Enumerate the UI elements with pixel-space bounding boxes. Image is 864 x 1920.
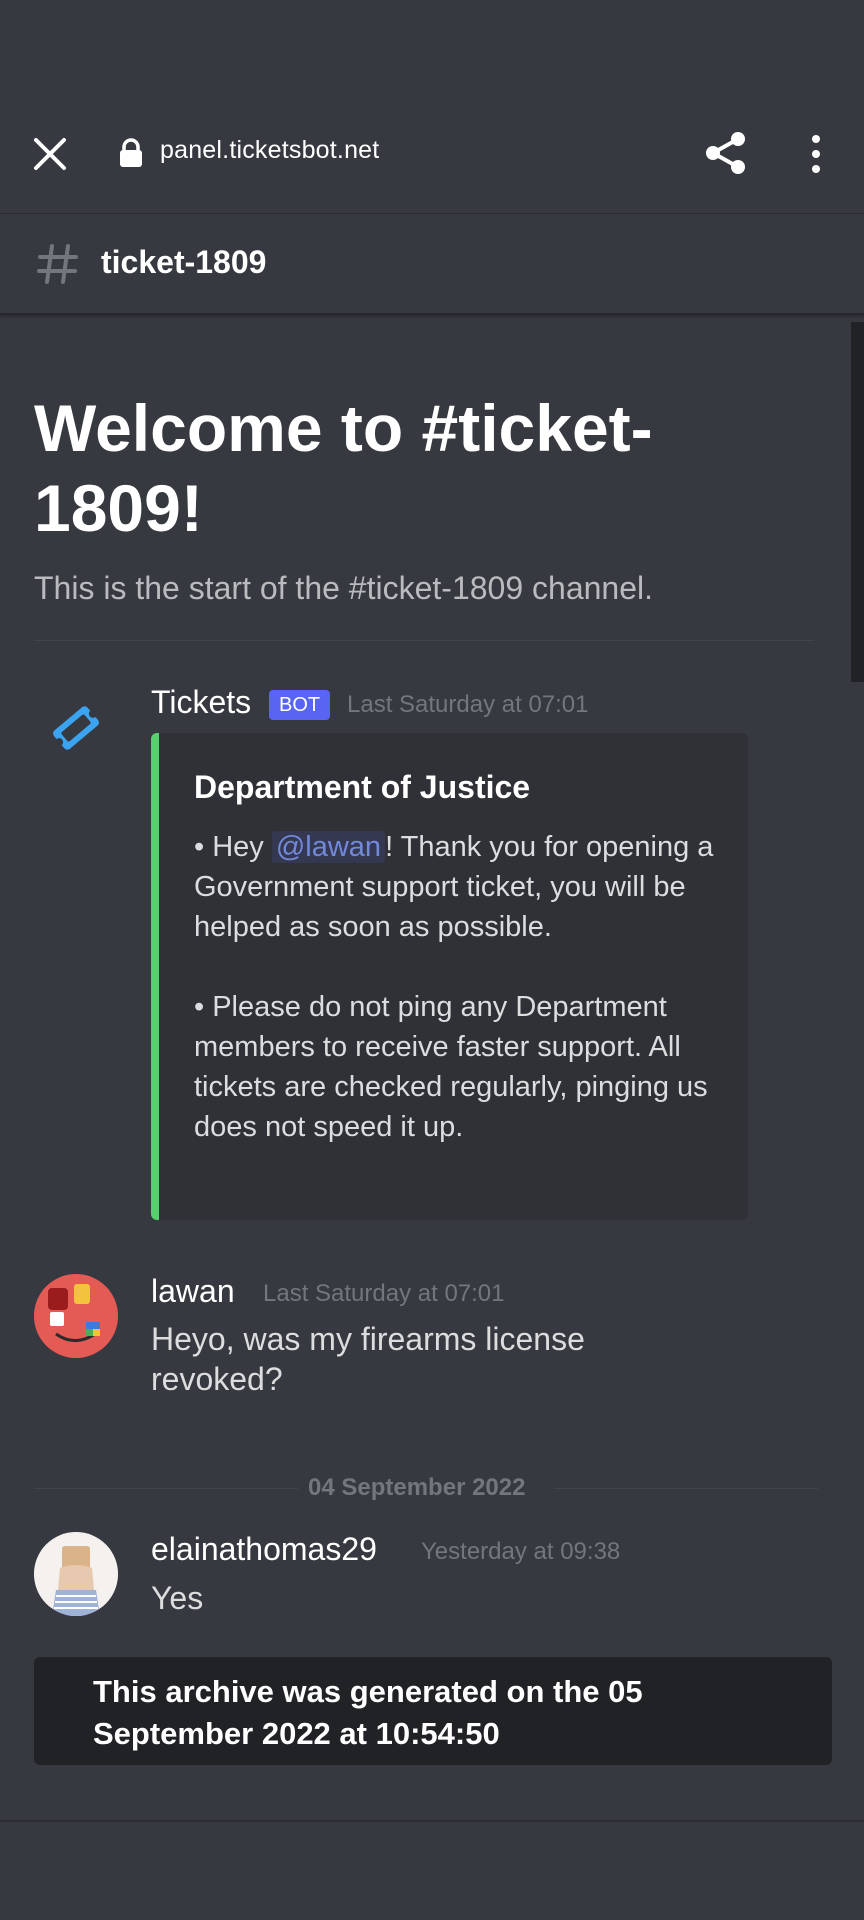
ticket-icon (34, 686, 118, 770)
archive-notice: This archive was generated on the 05 Sep… (34, 1657, 832, 1765)
date-label: 04 September 2022 (308, 1474, 526, 1501)
channel-header: ticket-1809 (0, 214, 864, 315)
embed-text: • Hey (194, 831, 272, 863)
url-text[interactable]: panel.ticketsbot.net (160, 136, 379, 165)
message-timestamp: Last Saturday at 07:01 (347, 691, 589, 718)
date-separator: 04 September 2022 (34, 1474, 818, 1502)
status-bar (0, 0, 864, 100)
message-timestamp: Last Saturday at 07:01 (263, 1280, 505, 1307)
message-author[interactable]: elainathomas29 (151, 1531, 377, 1568)
bot-badge: BOT (269, 690, 331, 720)
message-author[interactable]: lawan (151, 1273, 235, 1310)
browser-toolbar: panel.ticketsbot.net (0, 100, 864, 214)
user-avatar[interactable] (34, 1274, 118, 1358)
lock-icon (120, 138, 142, 167)
message-author[interactable]: Tickets (151, 684, 251, 721)
more-vert-icon[interactable] (806, 134, 826, 174)
user-avatar[interactable] (34, 1532, 118, 1616)
divider (0, 1820, 864, 1822)
embed: Department of Justice • Hey @lawan! Than… (151, 733, 748, 1220)
avatar-image (34, 1532, 118, 1616)
message-text: Heyo, was my firearms license revoked? (151, 1321, 585, 1397)
scrollbar[interactable] (851, 322, 864, 682)
welcome-title: Welcome to #ticket-1809! (34, 391, 653, 545)
welcome-subtitle: This is the start of the #ticket-1809 ch… (34, 570, 653, 606)
message-text: Yes (151, 1580, 204, 1616)
channel-name: ticket-1809 (101, 244, 267, 280)
message-timestamp: Yesterday at 09:38 (421, 1538, 621, 1565)
embed-text: • Please do not ping any Department memb… (194, 991, 708, 1143)
bot-avatar[interactable] (34, 686, 118, 770)
share-icon[interactable] (704, 130, 748, 176)
user-mention[interactable]: @lawan (271, 831, 386, 863)
divider (34, 640, 814, 641)
avatar-image (34, 1274, 118, 1358)
embed-title: Department of Justice (194, 769, 531, 805)
embed-body: • Hey @lawan! Thank you for opening a Go… (194, 827, 714, 1147)
archive-text: This archive was generated on the 05 Sep… (93, 1674, 643, 1751)
hash-icon (37, 244, 78, 284)
close-icon[interactable] (32, 136, 68, 172)
